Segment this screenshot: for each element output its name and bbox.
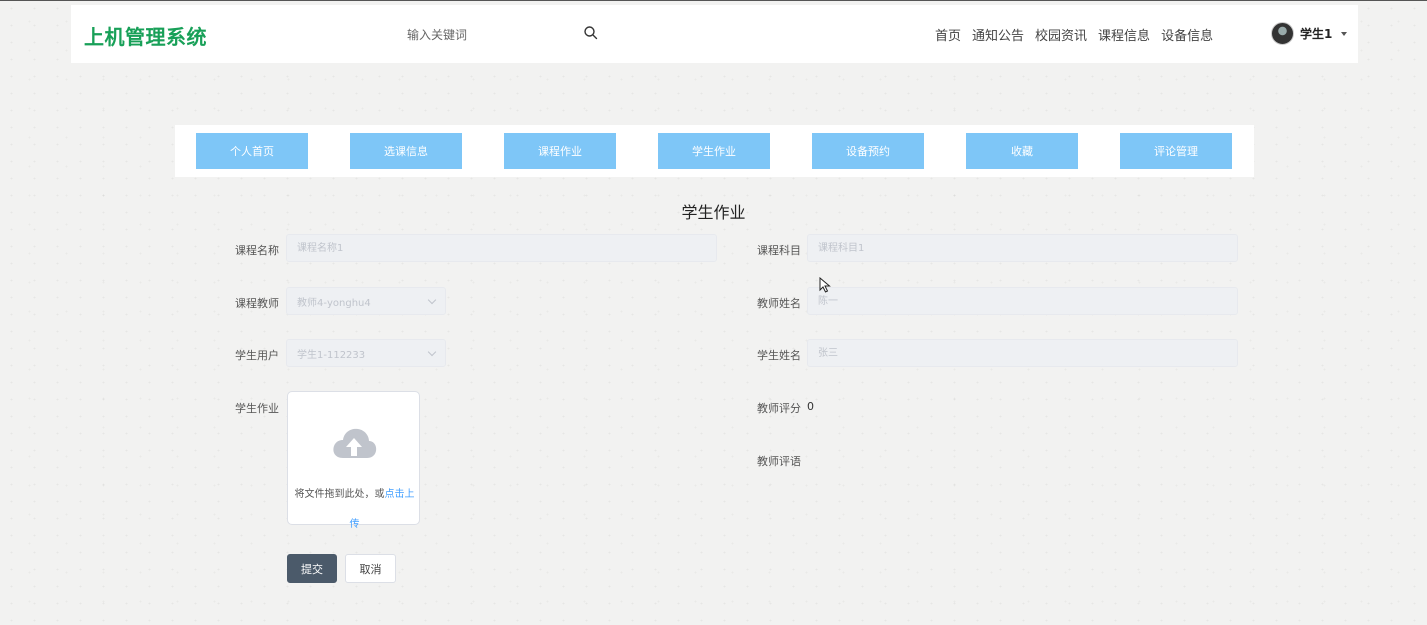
student-user-select[interactable]: 学生1-112233 <box>286 339 446 367</box>
tab-device-booking[interactable]: 设备预约 <box>812 133 924 169</box>
student-name-label: 学生姓名 <box>757 349 801 362</box>
mouse-cursor-icon <box>819 277 831 293</box>
search-icon[interactable] <box>583 25 599 41</box>
cancel-button[interactable]: 取消 <box>345 554 396 583</box>
student-name-field[interactable] <box>807 339 1238 367</box>
chevron-down-icon <box>1341 31 1348 36</box>
tab-course-selection[interactable]: 选课信息 <box>350 133 462 169</box>
score-label: 教师评分 <box>757 402 801 415</box>
user-menu[interactable]: 学生1 <box>1271 22 1348 45</box>
teacher-name-field[interactable] <box>807 287 1238 315</box>
search-input[interactable] <box>407 25 597 45</box>
page-title: 学生作业 <box>681 203 746 222</box>
upload-hint: 将文件拖到此处，或点击上 传 <box>288 480 421 540</box>
tab-favorites[interactable]: 收藏 <box>966 133 1078 169</box>
homework-label: 学生作业 <box>235 402 279 415</box>
upload-link-continued[interactable]: 传 <box>350 519 360 530</box>
comment-label: 教师评语 <box>757 455 801 468</box>
cloud-upload-icon <box>333 428 377 458</box>
nav-campus-news[interactable]: 校园资讯 <box>1035 25 1087 44</box>
teacher-select-value: 教师4-yonghu4 <box>297 297 371 309</box>
course-name-field[interactable] <box>286 234 717 262</box>
file-upload-dropzone[interactable]: 将文件拖到此处，或点击上 传 <box>287 391 420 530</box>
nav-home[interactable]: 首页 <box>935 25 961 44</box>
center-tabs: 个人首页 选课信息 课程作业 学生作业 设备预约 收藏 评论管理 <box>175 125 1254 177</box>
brand-logo-text[interactable]: 上机管理系统 <box>84 21 207 50</box>
user-name: 学生1 <box>1300 27 1333 41</box>
chevron-down-icon <box>427 347 437 356</box>
teacher-select[interactable]: 教师4-yonghu4 <box>286 287 446 315</box>
upload-link[interactable]: 点击上 <box>385 489 415 500</box>
student-user-label: 学生用户 <box>235 349 279 362</box>
chevron-down-icon <box>427 295 437 304</box>
teacher-name-label: 教师姓名 <box>757 297 801 310</box>
submit-button[interactable]: 提交 <box>287 554 337 583</box>
course-subject-field[interactable] <box>807 234 1238 262</box>
nav-device-info[interactable]: 设备信息 <box>1161 25 1213 44</box>
upload-hint-text: 将文件拖到此处，或 <box>294 489 385 500</box>
tab-comment-management[interactable]: 评论管理 <box>1120 133 1232 169</box>
course-name-label: 课程名称 <box>235 244 279 257</box>
teacher-label: 课程教师 <box>235 297 279 310</box>
main-nav: 首页 通知公告 校园资讯 课程信息 设备信息 <box>935 25 1213 44</box>
top-border <box>0 0 1427 1</box>
nav-course-info[interactable]: 课程信息 <box>1098 25 1150 44</box>
avatar <box>1271 22 1294 45</box>
nav-notices[interactable]: 通知公告 <box>972 25 1024 44</box>
tab-course-homework[interactable]: 课程作业 <box>504 133 616 169</box>
tab-personal-home[interactable]: 个人首页 <box>196 133 308 169</box>
student-user-select-value: 学生1-112233 <box>297 349 366 361</box>
tab-student-homework[interactable]: 学生作业 <box>658 133 770 169</box>
score-value: 0 <box>807 400 814 413</box>
course-subject-label: 课程科目 <box>757 244 801 257</box>
top-header: 上机管理系统 首页 通知公告 校园资讯 课程信息 设备信息 学生1 <box>71 5 1358 63</box>
